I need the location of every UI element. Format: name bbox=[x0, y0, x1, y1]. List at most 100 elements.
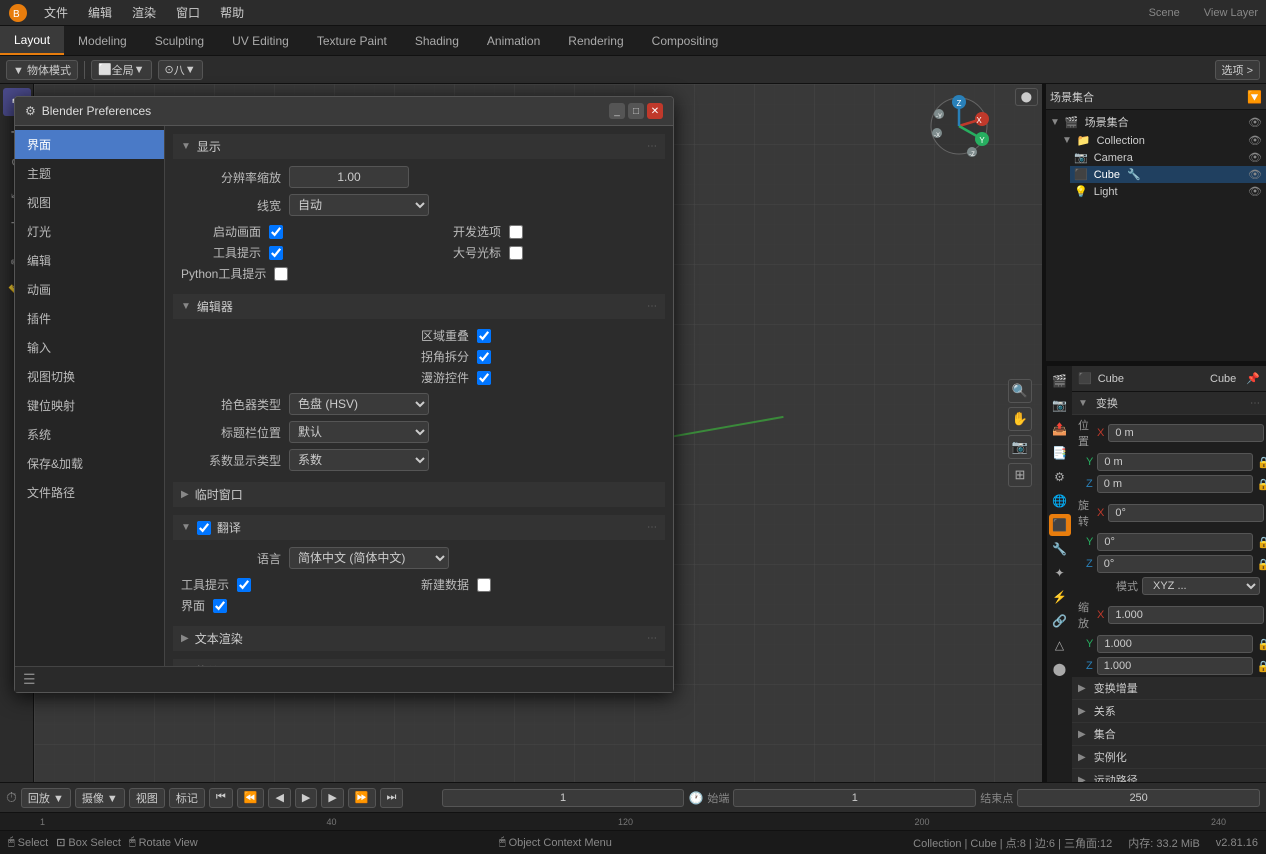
tab-texture-paint[interactable]: Texture Paint bbox=[303, 26, 401, 55]
corner-split-checkbox[interactable] bbox=[477, 350, 491, 364]
data-props-icon[interactable]: △ bbox=[1049, 634, 1071, 656]
dialog-maximize-btn[interactable]: □ bbox=[628, 103, 644, 119]
eye-collection-icon[interactable]: 👁 bbox=[1248, 134, 1262, 147]
hamburger-icon[interactable]: ☰ bbox=[23, 671, 36, 688]
material-props-icon[interactable]: ⬤ bbox=[1049, 658, 1071, 680]
start-frame-input[interactable] bbox=[733, 789, 976, 807]
temp-window-header[interactable]: ▶ 临时窗口 bbox=[173, 482, 665, 507]
color-picker-select[interactable]: 色盘 (HSV) bbox=[289, 393, 429, 415]
play-btn[interactable]: ▶ bbox=[295, 788, 317, 808]
end-frame-input[interactable] bbox=[1017, 789, 1260, 807]
object-props-icon[interactable]: ⬛ bbox=[1049, 514, 1071, 536]
dialog-close-btn[interactable]: ✕ bbox=[647, 103, 663, 119]
scale-x-input[interactable] bbox=[1108, 606, 1264, 624]
physics-icon[interactable]: ⚡ bbox=[1049, 586, 1071, 608]
pref-item-save-load[interactable]: 保存&加载 bbox=[15, 449, 164, 478]
eye-cube-icon[interactable]: 👁 bbox=[1248, 168, 1262, 181]
render-props-icon[interactable]: 📷 bbox=[1049, 394, 1071, 416]
pref-item-addons[interactable]: 插件 bbox=[15, 304, 164, 333]
rotation-y-lock[interactable]: 🔒 bbox=[1257, 536, 1266, 549]
tab-shading[interactable]: Shading bbox=[401, 26, 473, 55]
scale-y-lock[interactable]: 🔒 bbox=[1257, 638, 1266, 651]
current-frame-input[interactable] bbox=[442, 789, 685, 807]
scene-settings-icon[interactable]: ⚙ bbox=[1049, 466, 1071, 488]
outliner-collection[interactable]: ▼ 📁 Collection 👁 bbox=[1058, 132, 1266, 149]
translation-enabled-checkbox[interactable] bbox=[197, 521, 211, 535]
capture-select[interactable]: 摄像 ▼ bbox=[75, 788, 125, 808]
tooltip-checkbox[interactable] bbox=[269, 246, 283, 260]
skip-start-btn[interactable]: ⏮ bbox=[209, 788, 233, 808]
camera-icon[interactable]: 📷 bbox=[1008, 435, 1032, 459]
menu-render[interactable]: 渲染 bbox=[124, 2, 164, 23]
position-y-input[interactable] bbox=[1097, 453, 1253, 471]
pref-item-animation[interactable]: 动画 bbox=[15, 275, 164, 304]
trans-tooltip-checkbox[interactable] bbox=[237, 578, 251, 592]
view-layer-props-icon[interactable]: 📑 bbox=[1049, 442, 1071, 464]
zoom-select[interactable]: 回放 ▼ bbox=[21, 788, 71, 808]
delta-transform-header[interactable]: ▶ 变换增量 bbox=[1072, 677, 1266, 700]
pivot-select[interactable]: ⊙ 八 ▼ bbox=[158, 60, 203, 80]
collections-header[interactable]: ▶ 集合 bbox=[1072, 723, 1266, 746]
hand-icon[interactable]: ✋ bbox=[1008, 407, 1032, 431]
tab-animation[interactable]: Animation bbox=[473, 26, 554, 55]
skip-end-btn[interactable]: ⏭ bbox=[380, 788, 404, 808]
output-props-icon[interactable]: 📤 bbox=[1049, 418, 1071, 440]
outliner-filter-icon[interactable]: 🔽 bbox=[1247, 90, 1262, 104]
rotation-mode-select[interactable]: XYZ ... bbox=[1142, 577, 1260, 595]
rotation-y-input[interactable] bbox=[1097, 533, 1253, 551]
pref-item-system[interactable]: 系统 bbox=[15, 420, 164, 449]
prev-keyframe-btn[interactable]: ⏪ bbox=[237, 788, 265, 808]
editor-section-header[interactable]: ▼ 编辑器 ⋯ bbox=[173, 294, 665, 319]
rotation-x-input[interactable] bbox=[1108, 504, 1264, 522]
python-tooltip-checkbox[interactable] bbox=[274, 267, 288, 281]
lang-select[interactable]: 简体中文 (简体中文) bbox=[289, 547, 449, 569]
startup-checkbox[interactable] bbox=[269, 225, 283, 239]
pref-item-interface[interactable]: 界面 bbox=[15, 130, 164, 159]
menu-help[interactable]: 帮助 bbox=[212, 2, 252, 23]
particles-icon[interactable]: ✦ bbox=[1049, 562, 1071, 584]
translation-section-header[interactable]: ▼ 翻译 ⋯ bbox=[173, 515, 665, 540]
nav-checkbox[interactable] bbox=[477, 371, 491, 385]
pref-item-keymap[interactable]: 键位映射 bbox=[15, 391, 164, 420]
mode-select[interactable]: ▼ 物体模式 bbox=[6, 60, 78, 80]
modifier-props-icon[interactable]: 🔧 bbox=[1049, 538, 1071, 560]
pref-item-input[interactable]: 输入 bbox=[15, 333, 164, 362]
menu-edit[interactable]: 编辑 bbox=[80, 2, 120, 23]
viewport-shading-btn[interactable]: ⬤ bbox=[1015, 88, 1038, 106]
view-select[interactable]: ⬜ 全局 ▼ bbox=[91, 60, 152, 80]
tab-modeling[interactable]: Modeling bbox=[64, 26, 141, 55]
world-props-icon[interactable]: 🌐 bbox=[1049, 490, 1071, 512]
options-btn[interactable]: 选项 > bbox=[1215, 60, 1260, 80]
line-select[interactable]: 自动 bbox=[289, 194, 429, 216]
pref-item-file-paths[interactable]: 文件路径 bbox=[15, 478, 164, 507]
outliner-light[interactable]: 💡 Light 👁 bbox=[1070, 183, 1266, 200]
pref-item-editing[interactable]: 编辑 bbox=[15, 246, 164, 275]
timeline-icon[interactable]: ⏱ bbox=[6, 789, 17, 806]
scale-y-input[interactable] bbox=[1097, 635, 1253, 653]
scale-z-lock[interactable]: 🔒 bbox=[1257, 660, 1266, 673]
dialog-minimize-btn[interactable]: _ bbox=[609, 103, 625, 119]
menu-window[interactable]: 窗口 bbox=[168, 2, 208, 23]
pref-item-viewport[interactable]: 视图 bbox=[15, 188, 164, 217]
transform-section-header[interactable]: ▼ 变换 ⋯ bbox=[1072, 392, 1266, 415]
pref-item-theme[interactable]: 主题 bbox=[15, 159, 164, 188]
marker-menu[interactable]: 标记 bbox=[169, 788, 205, 808]
grid-icon[interactable]: ⊞ bbox=[1008, 463, 1032, 487]
scene-props-icon[interactable]: 🎬 bbox=[1049, 370, 1071, 392]
new-data-checkbox[interactable] bbox=[477, 578, 491, 592]
pref-item-lights[interactable]: 灯光 bbox=[15, 217, 164, 246]
scale-z-input[interactable] bbox=[1097, 657, 1253, 675]
tab-rendering[interactable]: Rendering bbox=[554, 26, 637, 55]
position-z-input[interactable] bbox=[1097, 475, 1253, 493]
next-frame-btn[interactable]: ▶ bbox=[321, 788, 343, 808]
position-z-lock[interactable]: 🔒 bbox=[1257, 478, 1266, 491]
outliner-cube[interactable]: ⬛ Cube 🔧 👁 bbox=[1070, 166, 1266, 183]
motion-path-header[interactable]: ▶ 运动路径 bbox=[1072, 769, 1266, 782]
resolution-input[interactable] bbox=[289, 166, 409, 188]
pref-item-navigation[interactable]: 视图切换 bbox=[15, 362, 164, 391]
outliner-camera[interactable]: 📷 Camera 👁 bbox=[1070, 149, 1266, 166]
tab-uv-editing[interactable]: UV Editing bbox=[218, 26, 303, 55]
nav-gizmo[interactable]: X Y Z -X -Y -Z bbox=[927, 94, 992, 162]
text-render-header[interactable]: ▶ 文本渲染 ⋯ bbox=[173, 626, 665, 651]
tab-layout[interactable]: Layout bbox=[0, 26, 64, 55]
